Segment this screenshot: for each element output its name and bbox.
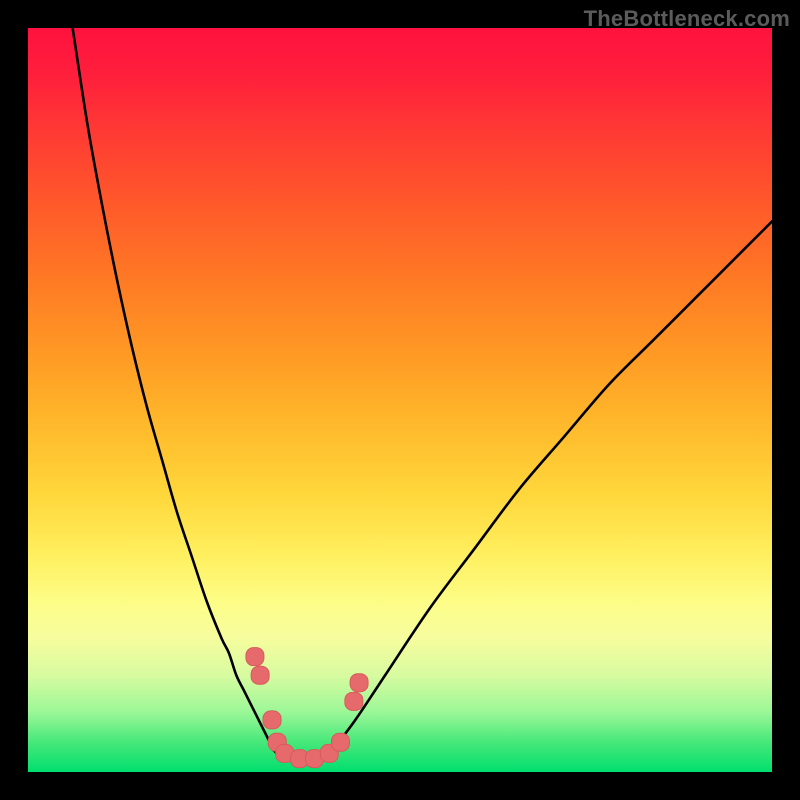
data-markers xyxy=(246,648,368,768)
data-marker xyxy=(246,648,264,666)
data-marker xyxy=(251,666,269,684)
curve-path xyxy=(73,28,772,761)
chart-svg xyxy=(28,28,772,772)
plot-area xyxy=(28,28,772,772)
watermark-text: TheBottleneck.com xyxy=(584,6,790,32)
data-marker xyxy=(345,692,363,710)
data-marker xyxy=(331,733,349,751)
chart-frame: TheBottleneck.com xyxy=(0,0,800,800)
data-marker xyxy=(263,711,281,729)
data-marker xyxy=(350,674,368,692)
bottleneck-curve xyxy=(73,28,772,761)
